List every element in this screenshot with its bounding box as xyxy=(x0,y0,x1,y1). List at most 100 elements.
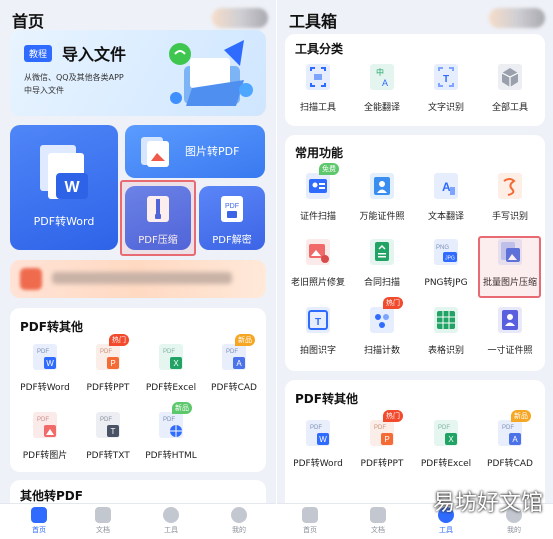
svg-text:W: W xyxy=(319,435,327,444)
nav-documents[interactable]: 文档 xyxy=(78,507,128,535)
item-label: PDF转Word xyxy=(20,383,70,393)
pdf-to-word-item[interactable]: PDF W PDF转Word xyxy=(285,414,351,480)
scan-icon xyxy=(306,64,330,90)
pdf-to-ppt-item[interactable]: PDF P 热门 PDF转PPT xyxy=(349,410,415,480)
item-label: 全能翻译 xyxy=(363,103,400,113)
contract-scan-icon xyxy=(370,239,394,265)
section-title: 工具分类 xyxy=(295,42,344,56)
import-file-banner[interactable]: 教程 导入文件 从微信、QQ及其他各类APP 中导入文件 xyxy=(10,30,266,116)
nav-label: 我的 xyxy=(507,526,521,534)
item-label: 证件扫描 xyxy=(299,212,336,222)
hot-badge: 热门 xyxy=(383,410,403,422)
item-label: PDF转Excel xyxy=(420,459,472,469)
pdf-convert-section: PDF转其他 PDF W PDF转Word PDF P 热门 PDF转PPT PDF… xyxy=(10,308,266,472)
item-label: 合同扫描 xyxy=(363,278,400,288)
pdf-ppt-icon: PDF P xyxy=(370,420,394,446)
pdf-ppt-icon: PDF P xyxy=(96,344,120,370)
id-photo-item[interactable]: 万能证件照 xyxy=(349,167,415,233)
pdf-to-txt-item[interactable]: PDF T PDF转TXT xyxy=(75,406,141,472)
item-label: 文字识别 xyxy=(427,103,464,113)
svg-text:PNG: PNG xyxy=(436,245,449,251)
pdf-to-excel-item[interactable]: PDF X PDF转Excel xyxy=(413,414,479,480)
photo-ocr-icon: T xyxy=(306,307,330,333)
id-scan-item[interactable]: 免费 证件扫描 xyxy=(285,163,351,233)
pdf-to-ppt-item[interactable]: PDF P 热门 PDF转PPT xyxy=(75,334,141,404)
item-label: PDF转HTML xyxy=(145,451,197,461)
handwriting-icon xyxy=(498,173,522,199)
svg-text:PDF: PDF xyxy=(438,425,450,431)
one-inch-photo-item[interactable]: 一寸证件照 xyxy=(477,301,543,367)
svg-text:A: A xyxy=(512,435,518,444)
svg-text:P: P xyxy=(384,435,389,444)
handwriting-item[interactable]: 手写识别 xyxy=(477,167,543,233)
svg-text:PDF: PDF xyxy=(163,349,175,355)
svg-text:中: 中 xyxy=(376,67,384,77)
svg-text:PDF: PDF xyxy=(37,349,49,355)
pdf-to-word-item[interactable]: PDF W PDF转Word xyxy=(12,338,78,404)
svg-text:P: P xyxy=(110,359,115,368)
svg-text:PDF: PDF xyxy=(37,417,49,423)
item-label: 文本翻译 xyxy=(427,212,464,222)
pdf-html-icon: PDF xyxy=(159,412,183,438)
pdf-to-excel-item[interactable]: PDF X PDF转Excel xyxy=(138,338,204,404)
page-title: 工具箱 xyxy=(289,12,338,31)
banner-title: 导入文件 xyxy=(62,45,127,64)
all-tools-item[interactable]: 全部工具 xyxy=(477,58,543,124)
highlight-box xyxy=(120,180,196,256)
text-recognize-item[interactable]: T 文字识别 xyxy=(413,58,479,124)
hot-badge: 热门 xyxy=(383,297,403,309)
text-recognize-icon: T xyxy=(434,64,458,90)
table-recognize-icon xyxy=(434,307,458,333)
pdf-to-cad-item[interactable]: PDF A 新品 PDF转CAD xyxy=(201,334,267,404)
svg-text:PDF: PDF xyxy=(226,349,238,355)
item-label: PDF转CAD xyxy=(487,459,533,469)
nav-documents[interactable]: 文档 xyxy=(353,507,403,535)
svg-text:PDF: PDF xyxy=(374,425,386,431)
person-icon xyxy=(231,507,247,523)
png-to-jpg-item[interactable]: PNG JPG PNG转JPG xyxy=(413,233,479,299)
section-title: PDF转其他 xyxy=(295,392,358,406)
pdf-to-html-item[interactable]: PDF 新品 PDF转HTML xyxy=(138,402,204,472)
home-icon xyxy=(302,507,318,523)
new-badge: 新品 xyxy=(172,402,192,414)
pdf-to-word-label: PDF转Word xyxy=(33,215,95,228)
pdf-word-icon: PDF W xyxy=(33,344,57,370)
pdf-to-word-tile[interactable]: W PDF转Word xyxy=(10,125,118,250)
nav-profile[interactable]: 我的 xyxy=(214,507,264,535)
text-translate-item[interactable]: A 文本翻译 xyxy=(413,167,479,233)
nav-home[interactable]: 首页 xyxy=(14,507,64,535)
bottom-nav: 首页 文档 工具 我的 xyxy=(0,503,276,539)
translate-item[interactable]: 中A 全能翻译 xyxy=(349,58,415,124)
watermark: 易坊好文馆 xyxy=(432,491,543,516)
promo-banner[interactable] xyxy=(10,260,266,298)
image-to-pdf-tile[interactable]: 图片转PDF xyxy=(125,125,265,178)
nav-label: 首页 xyxy=(32,526,46,534)
table-recognize-item[interactable]: 表格识别 xyxy=(413,301,479,367)
image-pdf-icon xyxy=(141,137,169,167)
photo-repair-icon xyxy=(306,239,330,265)
blurred-user-area[interactable] xyxy=(489,8,545,28)
pdf-to-image-item[interactable]: PDF PDF转图片 xyxy=(12,406,78,472)
nav-tools[interactable]: 工具 xyxy=(146,507,196,535)
item-label: 扫描工具 xyxy=(299,103,336,113)
contract-scan-item[interactable]: 合同扫描 xyxy=(349,233,415,299)
folder-icon xyxy=(370,507,386,523)
photo-repair-item[interactable]: 老旧照片修复 xyxy=(285,233,351,299)
free-badge: 免费 xyxy=(319,163,339,175)
pdf-decrypt-tile[interactable]: PDF PDF解密 xyxy=(199,186,265,250)
scan-tools-item[interactable]: 扫描工具 xyxy=(285,58,351,124)
pdf-to-cad-item[interactable]: PDF A 新品 PDF转CAD xyxy=(477,410,543,480)
folder-import-illustration-icon xyxy=(169,40,253,106)
photo-ocr-item[interactable]: T 拍图识字 xyxy=(285,301,351,367)
svg-text:T: T xyxy=(443,74,449,85)
blurred-user-area[interactable] xyxy=(212,8,268,28)
scan-count-item[interactable]: 热门 扫描计数 xyxy=(349,297,415,367)
pdf-decrypt-label: PDF解密 xyxy=(212,235,252,246)
nav-home[interactable]: 首页 xyxy=(285,507,335,535)
item-label: PDF转Word xyxy=(293,459,343,469)
pdf-cad-icon: PDF A xyxy=(498,420,522,446)
id-photo-icon xyxy=(370,173,394,199)
svg-text:T: T xyxy=(315,317,321,328)
item-label: PDF转图片 xyxy=(22,451,68,461)
item-label: PDF转PPT xyxy=(86,383,130,393)
